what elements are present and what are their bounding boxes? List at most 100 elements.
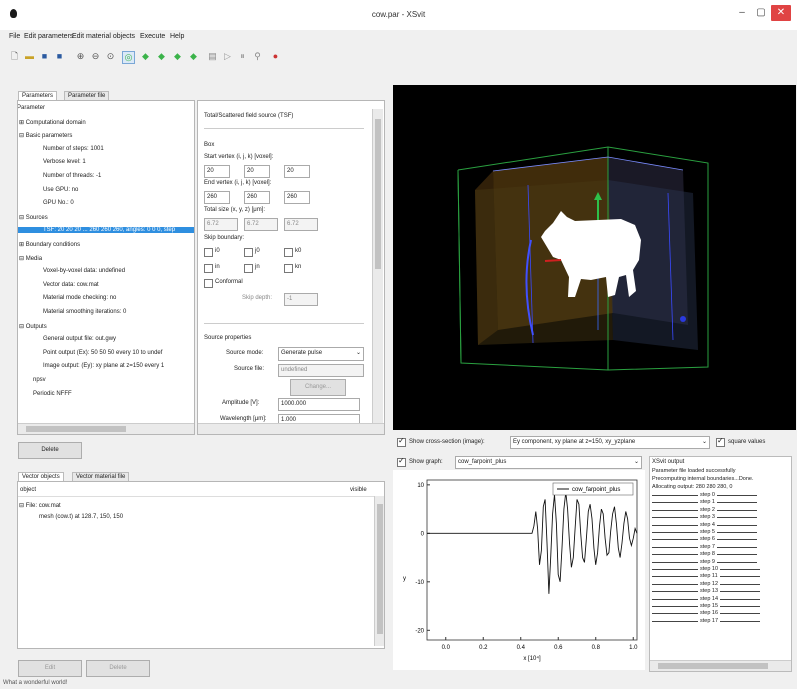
arrow-up-icon[interactable]: ◆ bbox=[172, 51, 183, 62]
end-j-field[interactable]: 260 bbox=[244, 191, 270, 204]
menu-edit-parameters[interactable]: Edit parameters bbox=[24, 33, 73, 40]
tree-item[interactable]: Verbose level: 1 bbox=[43, 159, 86, 165]
show-cross-section-checkbox[interactable] bbox=[397, 436, 406, 447]
close-button[interactable]: ✕ bbox=[771, 5, 791, 21]
source-horizontal-scrollbar[interactable] bbox=[198, 423, 384, 434]
y-tick-label: 0 bbox=[421, 531, 425, 537]
menu-file[interactable]: File bbox=[9, 33, 20, 40]
view-icon[interactable]: ⚲ bbox=[252, 51, 263, 62]
log-scroll-thumb[interactable] bbox=[658, 663, 768, 669]
tree-item[interactable]: ⊟ Media bbox=[19, 255, 42, 262]
legend-entry: cow_farpoint_plus bbox=[572, 487, 620, 493]
arrow-left-icon[interactable]: ◆ bbox=[140, 51, 151, 62]
tree-item[interactable]: ⊟ Outputs bbox=[19, 323, 47, 330]
conformal-checkbox[interactable] bbox=[204, 279, 213, 288]
tree-item[interactable]: ⊞ Computational domain bbox=[19, 119, 86, 126]
tree-item[interactable]: TSF: 20 20 20 ... 260 260 260, angles: 0… bbox=[18, 227, 194, 234]
new-icon[interactable]: 🗋 bbox=[9, 51, 20, 62]
play-icon[interactable]: ▷ bbox=[222, 51, 233, 62]
zoom-in-icon[interactable]: ⊕ bbox=[75, 51, 86, 62]
tree-item[interactable]: Voxel-by-voxel data: undefined bbox=[43, 268, 125, 274]
domain-edge bbox=[457, 169, 462, 364]
tree-item[interactable]: Vector data: cow.mat bbox=[43, 282, 99, 288]
cross-section-select[interactable]: Ey component, xy plane at z=150, xy_yzpl… bbox=[510, 436, 710, 449]
tab-vector-objects[interactable]: Vector objects bbox=[18, 472, 64, 481]
zoom-box-icon[interactable]: ◎ bbox=[122, 51, 135, 64]
3d-viewport[interactable] bbox=[393, 85, 796, 430]
vector-vertical-scrollbar[interactable] bbox=[374, 496, 384, 646]
skip-i0-checkbox[interactable] bbox=[204, 248, 213, 257]
tree-item[interactable]: GPU No.: 0 bbox=[43, 200, 74, 206]
zoom-out-icon[interactable]: ⊖ bbox=[90, 51, 101, 62]
skip-in-checkbox[interactable] bbox=[204, 264, 213, 273]
stop-icon[interactable]: ● bbox=[270, 51, 281, 62]
source-scroll-thumb[interactable] bbox=[375, 119, 381, 269]
source-vertical-scrollbar[interactable] bbox=[372, 109, 383, 423]
tab-parameter-file[interactable]: Parameter file bbox=[64, 91, 110, 100]
vector-scroll-thumb[interactable] bbox=[377, 504, 383, 634]
menu-execute[interactable]: Execute bbox=[140, 33, 165, 40]
tree-item[interactable]: Image output: (Ey): xy plane at z=150 ev… bbox=[43, 363, 164, 369]
log-line: Allocating output: 280 280 280, 0 bbox=[652, 484, 733, 490]
plot-frame bbox=[426, 479, 638, 641]
tree-item[interactable]: Periodic NFFF bbox=[33, 391, 72, 397]
maximize-button[interactable]: ▢ bbox=[752, 5, 770, 21]
show-graph-checkbox[interactable] bbox=[397, 456, 406, 467]
tree-item[interactable]: ⊟ Basic parameters bbox=[19, 132, 72, 139]
tree-item[interactable]: Point output (Ex): 50 50 50 every 10 to … bbox=[43, 350, 162, 356]
delete-object-button[interactable]: Delete bbox=[86, 660, 150, 677]
run-icon[interactable]: ▤ bbox=[207, 51, 218, 62]
skip-jn-checkbox[interactable] bbox=[244, 264, 253, 273]
vector-objects-list[interactable]: object visible ⊟ File: cow.mat mesh (cow.… bbox=[17, 481, 385, 649]
tree-item[interactable]: General output file: out.gwy bbox=[43, 336, 116, 342]
start-k-field[interactable]: 20 bbox=[284, 165, 310, 178]
arrow-right-icon[interactable]: ◆ bbox=[156, 51, 167, 62]
arrow-down-icon[interactable]: ◆ bbox=[188, 51, 199, 62]
tree-item[interactable]: Material smoothing iterations: 0 bbox=[43, 309, 126, 315]
change-button[interactable]: Change... bbox=[290, 379, 346, 396]
tree-item[interactable]: Number of steps: 1001 bbox=[43, 146, 104, 152]
log-horizontal-scrollbar[interactable] bbox=[650, 660, 791, 671]
minimize-button[interactable]: – bbox=[733, 5, 751, 21]
parameter-tree[interactable]: Parameter ⊞ Computational domain ⊟ Basic p… bbox=[17, 100, 195, 435]
log-step-line: step 5 bbox=[652, 529, 757, 535]
tree-item[interactable]: Parameter bbox=[18, 105, 45, 111]
square-values-checkbox[interactable] bbox=[716, 436, 725, 447]
tree-item[interactable]: Number of threads: -1 bbox=[43, 173, 101, 179]
vector-row[interactable]: mesh (cow.t) at 128.7, 150, 150 bbox=[39, 514, 123, 520]
tree-item[interactable]: ⊞ Boundary conditions bbox=[19, 241, 80, 248]
tree-item[interactable]: Material mode checking: no bbox=[43, 295, 116, 301]
edit-object-button[interactable]: Edit bbox=[18, 660, 82, 677]
zoom-fit-icon[interactable]: ⊙ bbox=[105, 51, 116, 62]
vector-row[interactable]: ⊟ File: cow.mat bbox=[19, 502, 61, 509]
menu-edit-material-objects[interactable]: Edit material objects bbox=[72, 33, 135, 40]
tree-scroll-thumb[interactable] bbox=[26, 426, 126, 432]
skip-k0-checkbox[interactable] bbox=[284, 248, 293, 257]
end-i-field[interactable]: 260 bbox=[204, 191, 230, 204]
save-icon[interactable]: ■ bbox=[39, 51, 50, 62]
end-k-field[interactable]: 260 bbox=[284, 191, 310, 204]
skip-kn-checkbox[interactable] bbox=[284, 264, 293, 273]
amplitude-field[interactable]: 1000.000 bbox=[278, 398, 360, 411]
tree-item[interactable]: npsv bbox=[33, 377, 46, 383]
open-icon[interactable]: ▬ bbox=[24, 51, 35, 62]
log-step-line: step 12 bbox=[652, 581, 761, 587]
tree-horizontal-scrollbar[interactable] bbox=[18, 423, 194, 434]
tab-parameters[interactable]: Parameters bbox=[18, 91, 58, 100]
log-step-line: step 9 bbox=[652, 559, 757, 565]
size-x-field: 6.72 bbox=[204, 218, 238, 231]
menu-help[interactable]: Help bbox=[170, 33, 184, 40]
source-mode-select[interactable]: Generate pulse ⌄ bbox=[278, 347, 364, 361]
start-j-field[interactable]: 20 bbox=[244, 165, 270, 178]
start-i-field[interactable]: 20 bbox=[204, 165, 230, 178]
skip-j0-checkbox[interactable] bbox=[244, 248, 253, 257]
graph-select[interactable]: cow_farpoint_plus ⌄ bbox=[455, 456, 642, 469]
tab-vector-material-file[interactable]: Vector material file bbox=[72, 472, 130, 481]
save-as-icon[interactable]: ■ bbox=[54, 51, 65, 62]
delete-parameter-button[interactable]: Delete bbox=[18, 442, 82, 459]
pause-icon[interactable]: ⏸ bbox=[237, 51, 248, 62]
log-step-line: step 16 bbox=[652, 610, 761, 616]
log-step-line: step 8 bbox=[652, 551, 757, 557]
tree-item[interactable]: Use GPU: no bbox=[43, 187, 78, 193]
tree-item[interactable]: ⊟ Sources bbox=[19, 214, 48, 221]
